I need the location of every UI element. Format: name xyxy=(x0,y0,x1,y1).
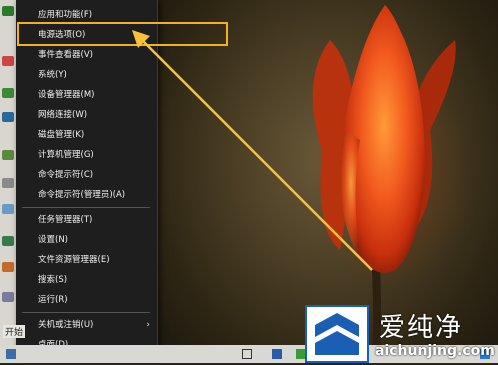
windows-start-icon[interactable] xyxy=(6,349,16,359)
start-label[interactable]: 开始 xyxy=(3,325,26,338)
watermark-title: 爱纯净 xyxy=(379,313,464,343)
watermark-url: aichunjing.com xyxy=(375,343,495,359)
watermark-logo-icon xyxy=(305,305,369,363)
watermark: 爱纯净 aichunjing.com xyxy=(305,305,498,363)
taskbar-app-icon[interactable] xyxy=(272,349,282,359)
task-view-icon[interactable] xyxy=(242,349,252,359)
